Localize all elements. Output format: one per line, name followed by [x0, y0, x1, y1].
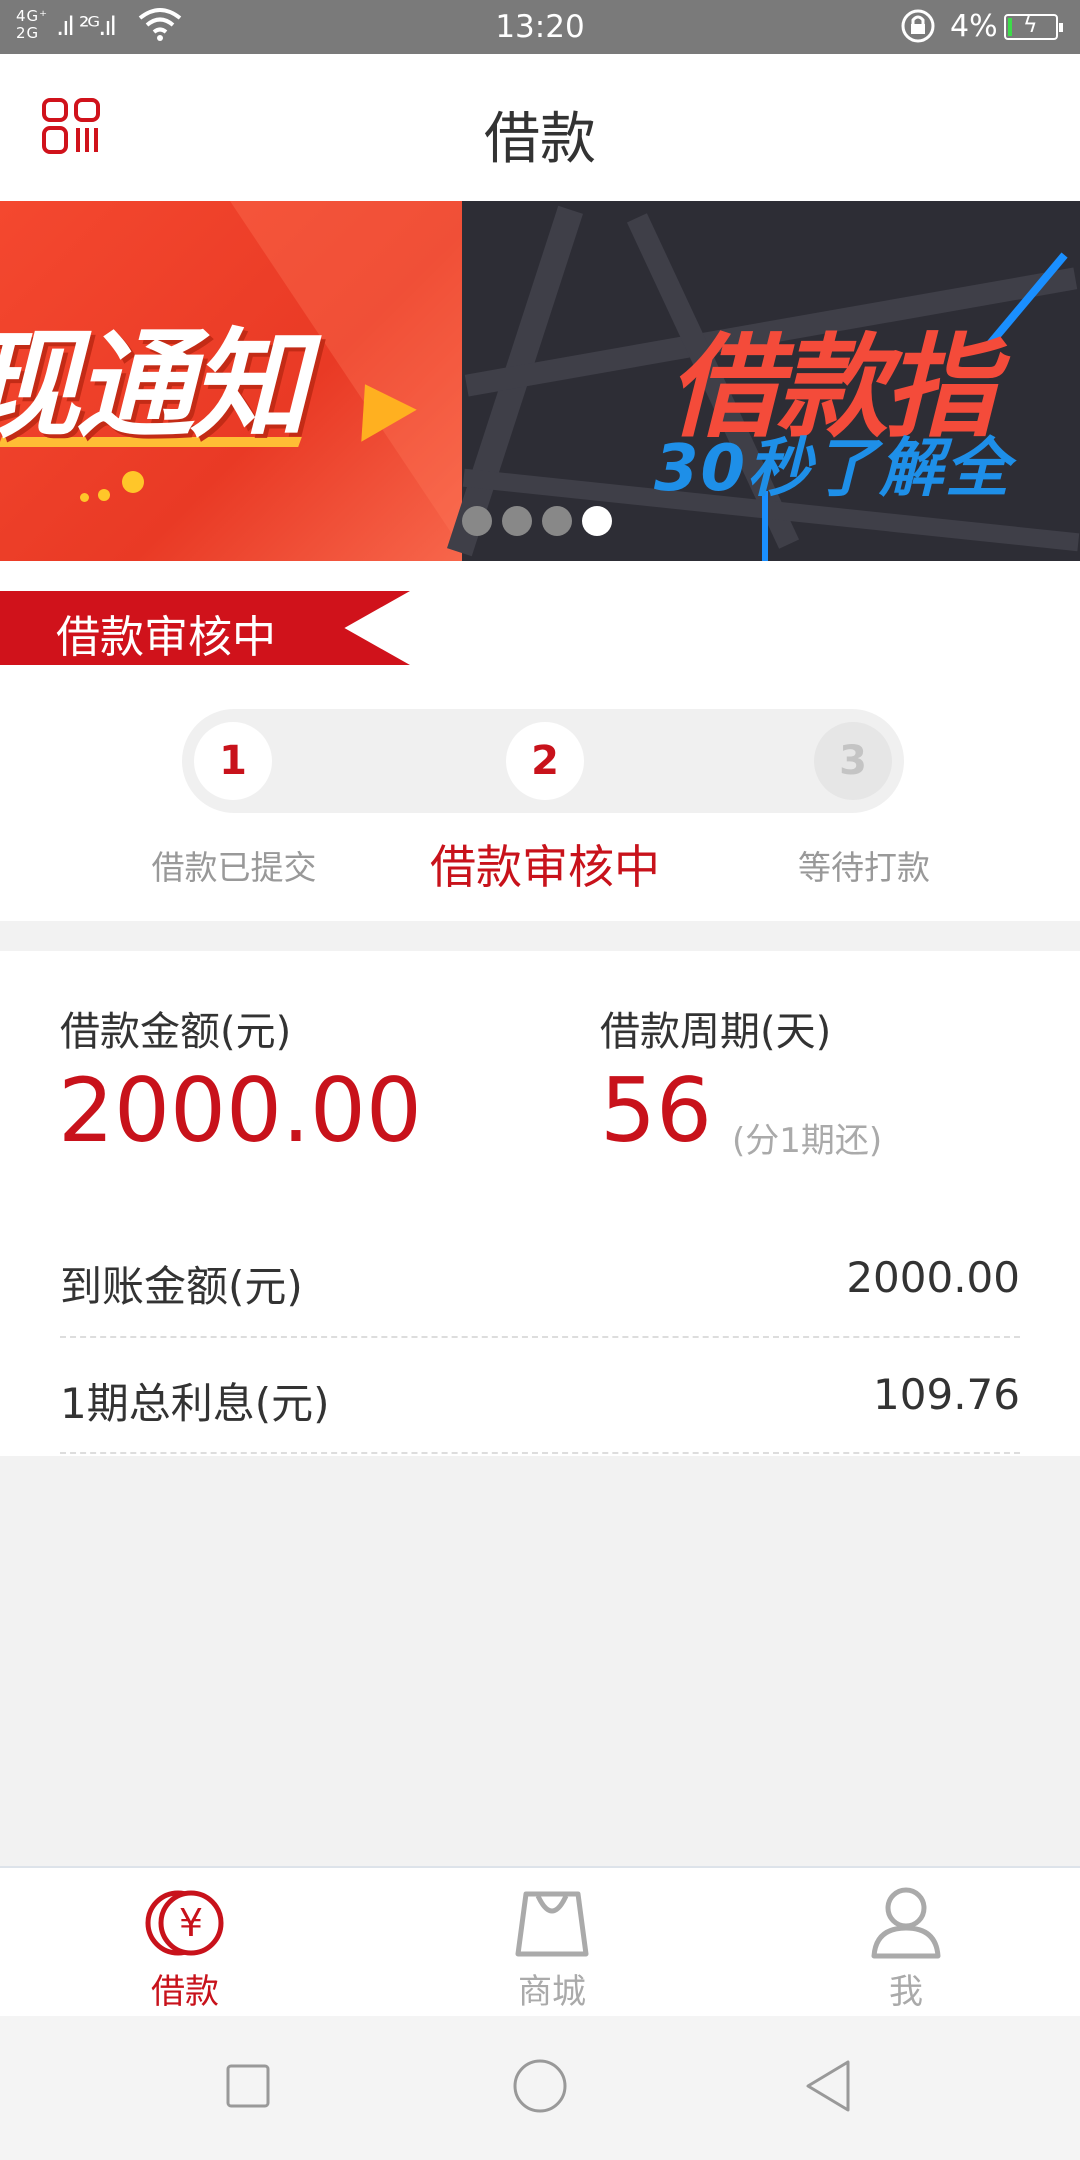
tab-loan[interactable]: ¥ 借款: [5, 1868, 365, 2018]
tab-loan-label: 借款: [151, 1972, 219, 2012]
period-label: 借款周期(天): [600, 1009, 832, 1055]
tab-mall[interactable]: 商城: [372, 1868, 732, 2018]
user-icon: [866, 1886, 946, 1960]
step-1-marker: 1: [194, 722, 272, 800]
received-amount-value: 2000.00: [846, 1253, 1020, 1302]
period-note: (分1期还): [732, 1121, 883, 1161]
step-3-marker: 3: [814, 722, 892, 800]
battery-percent: 4%: [950, 9, 998, 44]
received-amount-label: 到账金额(元): [60, 1262, 303, 1311]
period-value: 56: [600, 1059, 712, 1162]
status-bar: 4G⁺ 2G .ıl ²ᴳ.ıl 13:20 4% ϟ: [0, 0, 1080, 54]
interest-label: 1期总利息(元): [60, 1379, 330, 1428]
carousel-dot[interactable]: [462, 506, 492, 536]
back-button[interactable]: [800, 2056, 860, 2116]
rotation-lock-icon: [900, 8, 936, 52]
banner-slide-1-text: 现通知: [0, 316, 308, 454]
status-ribbon-label: 借款审核中: [56, 612, 276, 663]
carousel-dot[interactable]: [542, 506, 572, 536]
tab-me-label: 我: [889, 1972, 923, 2012]
divider: [60, 1336, 1020, 1338]
banner-slide-2-subtitle: 30秒了解全: [654, 432, 1012, 506]
tab-mall-label: 商城: [518, 1972, 586, 2012]
loan-details: 借款金额(元) 2000.00 借款周期(天) 56 (分1期还) 到账金额(元…: [0, 951, 1080, 1456]
carousel-dot[interactable]: [502, 506, 532, 536]
recent-apps-button[interactable]: [218, 2056, 278, 2116]
step-3-label: 等待打款: [798, 848, 930, 887]
bottom-tab-bar: ¥ 借款 商城 我: [0, 1866, 1080, 2016]
page-title: 借款: [484, 107, 596, 172]
banner-carousel[interactable]: 现通知 借款指 30秒了解全: [0, 201, 1080, 561]
amount-label: 借款金额(元): [60, 1009, 292, 1055]
carousel-dot-active[interactable]: [582, 506, 612, 536]
system-nav-bar: [0, 2016, 1080, 2160]
amount-value: 2000.00: [58, 1059, 422, 1162]
step-2-marker: 2: [506, 722, 584, 800]
banner-slide-notice[interactable]: 现通知: [0, 201, 470, 561]
shopping-bag-icon: [512, 1886, 592, 1960]
status-ribbon: 借款审核中: [0, 591, 410, 665]
loan-status-section: 借款审核中 1 2 3 借款已提交 借款审核中 等待打款: [0, 561, 1080, 921]
battery-charging-icon: ϟ: [1004, 13, 1063, 40]
svg-text:¥: ¥: [179, 1901, 203, 1945]
step-1-label: 借款已提交: [151, 848, 317, 887]
tab-me[interactable]: 我: [726, 1868, 1080, 2018]
step-2-label: 借款审核中: [430, 840, 660, 894]
divider: [60, 1452, 1020, 1454]
interest-value: 109.76: [873, 1370, 1020, 1419]
home-button[interactable]: [510, 2056, 570, 2116]
yuan-coin-icon: ¥: [145, 1886, 225, 1960]
app-header: 借款: [0, 54, 1080, 201]
